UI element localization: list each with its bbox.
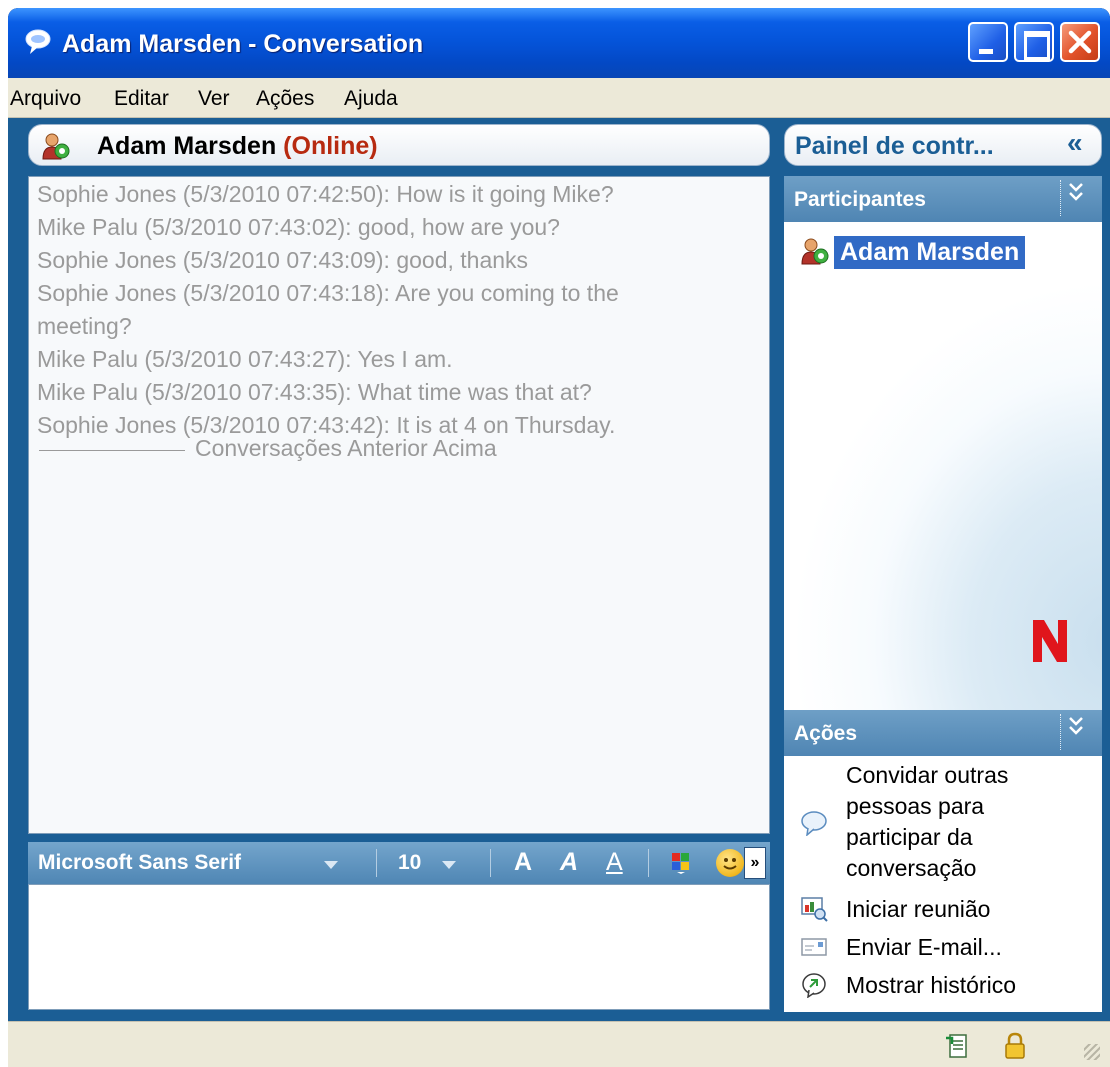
format-toolbar: Microsoft Sans Serif 10 A A A » (28, 842, 770, 884)
section-collapse-icon[interactable] (1060, 714, 1090, 750)
smile-face-icon (723, 858, 737, 870)
action-invite[interactable]: Convidar outras pessoas para participar … (794, 760, 1094, 886)
online-user-icon (801, 238, 829, 265)
email-icon (801, 938, 827, 956)
menu-bar: Arquivo Editar Ver Ações Ajuda (8, 78, 1110, 118)
message-line: Sophie Jones (5/3/2010 07:42:50): How is… (37, 181, 614, 207)
bold-button[interactable]: A (514, 848, 532, 877)
participants-list: Adam Marsden (784, 222, 1102, 710)
message-line: Sophie Jones (5/3/2010 07:43:09): good, … (37, 247, 529, 273)
conversation-header: Adam Marsden (Online) (28, 124, 770, 166)
message-input[interactable] (28, 884, 770, 1010)
chat-bubble-icon (25, 29, 51, 54)
underline-button[interactable]: A (606, 848, 623, 877)
client-area: Adam Marsden (Online) Sophie Jones (5/3/… (8, 118, 1110, 1021)
minimize-button[interactable] (968, 22, 1008, 62)
collapse-panel-icon[interactable]: « (1067, 127, 1083, 159)
action-send-email[interactable]: Enviar E-mail... (794, 932, 1094, 963)
action-start-meeting[interactable]: Iniciar reunião (794, 894, 1094, 925)
chevron-down-icon[interactable] (324, 861, 338, 869)
close-button[interactable] (1060, 22, 1100, 62)
history-icon (802, 973, 826, 998)
chat-bubble-icon (801, 811, 827, 836)
window-title: Adam Marsden - Conversation (62, 30, 424, 58)
chevron-down-icon[interactable] (442, 861, 456, 869)
novell-logo (1033, 620, 1067, 662)
notes-icon[interactable] (944, 1032, 970, 1060)
menu-ver[interactable]: Ver (198, 87, 230, 111)
menu-ajuda[interactable]: Ajuda (344, 87, 398, 111)
actions-section-header[interactable]: Ações (784, 710, 1102, 756)
conversation-history[interactable]: Sophie Jones (5/3/2010 07:42:50): How is… (28, 176, 770, 834)
maximize-button[interactable] (1014, 22, 1054, 62)
message-line: Mike Palu (5/3/2010 07:43:02): good, how… (37, 214, 560, 240)
menu-arquivo[interactable]: Arquivo (10, 87, 81, 111)
app-window: Adam Marsden - Conversation Arquivo Edit… (8, 8, 1110, 1067)
font-size-dropdown[interactable]: 10 (398, 851, 421, 875)
history-separator-line (39, 450, 185, 451)
status-badge: (Online) (283, 132, 378, 160)
section-collapse-icon[interactable] (1060, 180, 1090, 216)
font-name-dropdown[interactable]: Microsoft Sans Serif (38, 851, 241, 875)
status-bar (8, 1021, 1110, 1067)
actions-list: Convidar outras pessoas para participar … (784, 756, 1102, 1012)
action-show-history[interactable]: Mostrar histórico (794, 970, 1094, 1001)
message-line: Mike Palu (5/3/2010 07:43:27): Yes I am. (37, 346, 453, 372)
actions-title: Ações (794, 722, 858, 745)
control-panel-title: Painel de contr... (795, 132, 994, 160)
online-user-icon (42, 133, 70, 160)
title-bar[interactable]: Adam Marsden - Conversation (8, 8, 1110, 78)
close-icon (1068, 30, 1092, 54)
lock-icon[interactable] (1002, 1032, 1028, 1060)
toolbar-divider (376, 849, 377, 877)
color-picker-icon[interactable] (670, 852, 692, 874)
meeting-icon (801, 897, 828, 922)
menu-editar[interactable]: Editar (114, 87, 169, 111)
message-line: Sophie Jones (5/3/2010 07:43:18): Are yo… (37, 280, 619, 306)
toolbar-divider (648, 849, 649, 877)
participant-item[interactable]: Adam Marsden (834, 236, 1026, 269)
history-separator-text: Conversações Anterior Acima (195, 435, 497, 461)
resize-grip[interactable] (1084, 1044, 1100, 1060)
toolbar-divider (490, 849, 491, 877)
message-line: Mike Palu (5/3/2010 07:43:35): What time… (37, 379, 592, 405)
more-tools-button[interactable]: » (744, 847, 766, 879)
contact-name: Adam Marsden (Online) (97, 132, 378, 160)
chevron-double-down-icon (1068, 183, 1083, 201)
control-panel-header[interactable]: Painel de contr... « (784, 124, 1102, 166)
participants-section-header[interactable]: Participantes (784, 176, 1102, 222)
emoticon-icon[interactable] (716, 849, 744, 877)
italic-button[interactable]: A (560, 848, 578, 877)
menu-acoes[interactable]: Ações (256, 87, 314, 111)
chevron-double-down-icon (1068, 717, 1083, 735)
message-line: meeting? (37, 313, 132, 339)
participants-title: Participantes (794, 188, 926, 211)
